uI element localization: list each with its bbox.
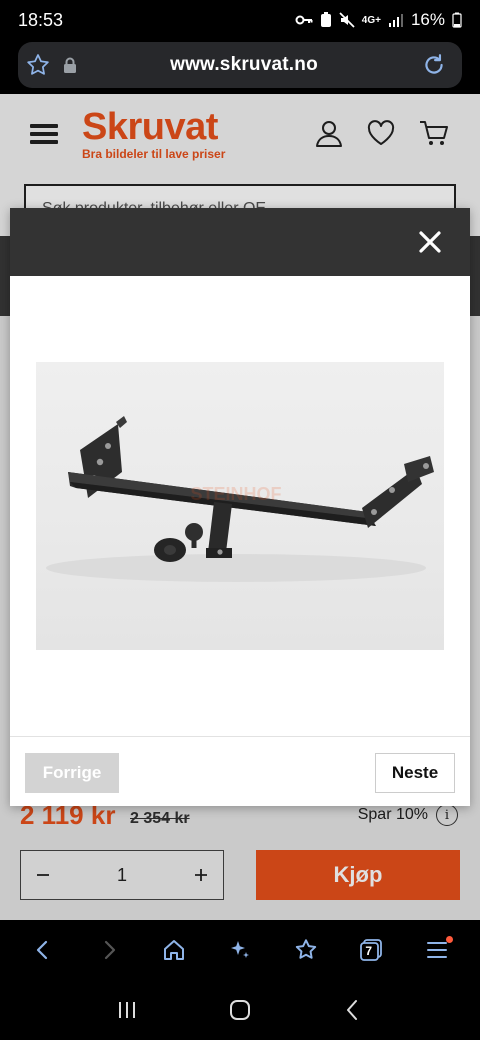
mute-icon <box>339 12 355 28</box>
battery-saver-icon <box>320 12 331 27</box>
tow-bar-image: STEINHOF <box>46 416 434 582</box>
status-icons: 4G+ 16% <box>295 10 462 30</box>
notification-dot <box>446 936 454 943</box>
image-modal: STEINHOF Forrige Neste <box>10 208 470 806</box>
status-time: 18:53 <box>18 9 64 30</box>
recent-apps-icon[interactable] <box>115 999 139 1021</box>
sparkle-icon[interactable] <box>220 930 260 970</box>
lock-icon <box>58 42 82 88</box>
back-icon[interactable] <box>23 930 63 970</box>
battery-percent: 16% <box>410 10 445 29</box>
url-text[interactable]: www.skruvat.no <box>82 54 406 76</box>
browser-bottom-bar: 7 <box>0 920 480 980</box>
tabs-icon[interactable]: 7 <box>351 930 391 970</box>
forward-icon[interactable] <box>89 930 129 970</box>
previous-button[interactable]: Forrige <box>25 753 119 793</box>
address-bar[interactable]: www.skruvat.no <box>18 42 462 88</box>
product-image: STEINHOF <box>36 362 444 650</box>
network-type: 4G+ <box>361 14 381 26</box>
modal-footer: Forrige Neste <box>10 736 470 806</box>
screen: 18:53 4G+ 16% www.skruvat.no Skruvat Bra… <box>0 0 480 1040</box>
signal-icon <box>388 14 403 27</box>
close-icon[interactable] <box>416 228 444 256</box>
browser-toolbar: www.skruvat.no <box>0 40 480 94</box>
home-icon[interactable] <box>154 930 194 970</box>
battery-icon <box>452 12 462 28</box>
modal-header <box>10 208 470 276</box>
browser-menu-icon[interactable] <box>417 930 457 970</box>
system-nav-bar <box>0 980 480 1040</box>
image-watermark: STEINHOF <box>190 484 281 504</box>
next-button[interactable]: Neste <box>375 753 455 793</box>
key-icon <box>295 15 313 25</box>
status-bar: 18:53 4G+ 16% <box>0 0 480 40</box>
home-button-icon[interactable] <box>228 998 252 1022</box>
tabs-count: 7 <box>365 944 373 958</box>
reload-icon[interactable] <box>406 42 462 88</box>
bookmarks-icon[interactable] <box>286 930 326 970</box>
bookmark-star-icon[interactable] <box>18 42 58 88</box>
system-back-icon[interactable] <box>341 998 365 1022</box>
